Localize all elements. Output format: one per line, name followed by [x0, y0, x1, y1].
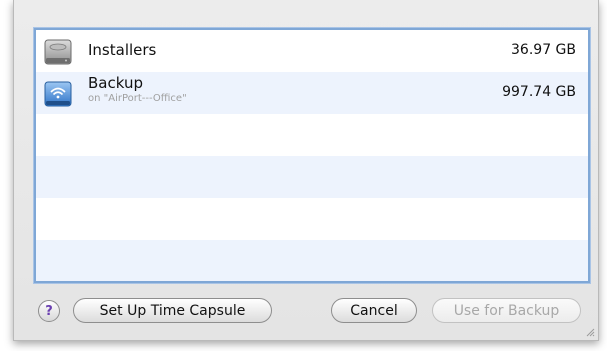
empty-row: [36, 114, 588, 156]
internal-drive-icon: [44, 39, 72, 65]
backup-disk-sheet: Installers 36.97 GB Backup on "AirPort--…: [13, 0, 599, 341]
cancel-button[interactable]: Cancel: [331, 298, 417, 323]
disk-location: on "AirPort---Office": [88, 93, 187, 104]
disk-name: Installers: [88, 41, 157, 59]
disk-list[interactable]: Installers 36.97 GB Backup on "AirPort--…: [34, 28, 590, 283]
use-for-backup-button[interactable]: Use for Backup: [432, 298, 581, 323]
disk-row-backup[interactable]: Backup on "AirPort---Office" 997.74 GB: [36, 72, 588, 114]
resize-grip-icon[interactable]: [585, 327, 595, 337]
empty-row: [36, 156, 588, 198]
disk-size: 36.97 GB: [511, 42, 576, 58]
disk-row-installers[interactable]: Installers 36.97 GB: [36, 30, 588, 72]
question-mark-icon: ?: [45, 303, 53, 319]
empty-row: [36, 198, 588, 240]
network-drive-icon: [44, 81, 72, 107]
disk-size: 997.74 GB: [502, 84, 576, 100]
set-up-time-capsule-button[interactable]: Set Up Time Capsule: [73, 298, 272, 323]
empty-row: [36, 240, 588, 281]
disk-name: Backup: [88, 74, 143, 92]
help-button[interactable]: ?: [38, 300, 60, 322]
